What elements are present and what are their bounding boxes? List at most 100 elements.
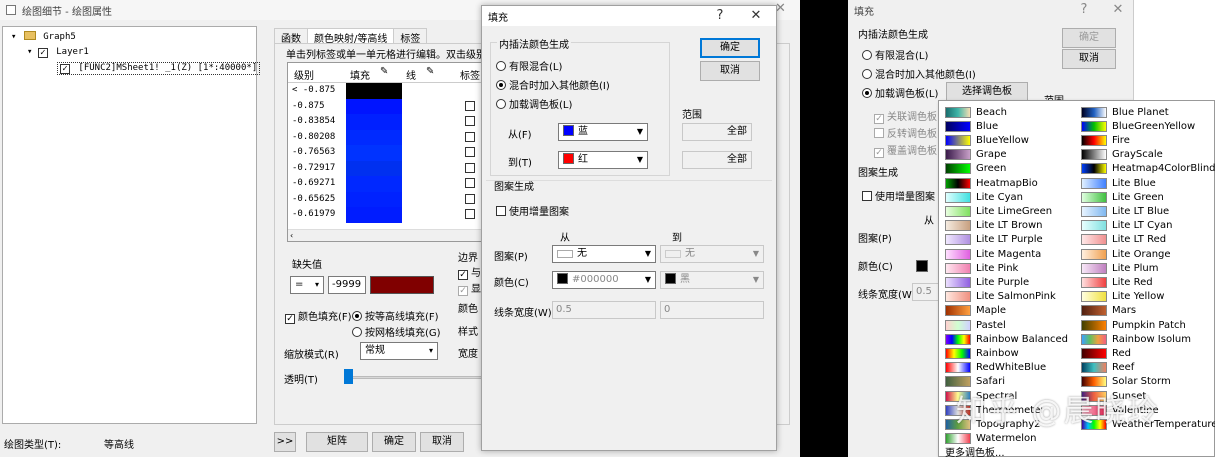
palette-item[interactable]: Lite Red — [1081, 275, 1153, 289]
fill-color-cell[interactable] — [346, 98, 402, 114]
level-value[interactable]: < -0.875 — [292, 85, 335, 95]
palette-item[interactable]: Lite Plum — [1081, 261, 1159, 275]
color-swatch[interactable] — [916, 260, 928, 272]
fill-color-cell[interactable] — [346, 145, 402, 161]
palette-item[interactable]: Red — [1081, 346, 1131, 360]
incremental-checkbox[interactable] — [862, 191, 872, 201]
palette-item[interactable]: Lite Pink — [945, 261, 1018, 275]
radio-mix-other[interactable]: 混合时加入其他颜色(I) — [862, 66, 976, 81]
palette-item[interactable]: Reef — [1081, 361, 1134, 375]
fill-color-cell[interactable] — [346, 114, 402, 130]
palette-item[interactable]: Mars — [1081, 304, 1136, 318]
fill-cancel-button[interactable]: 取消 — [700, 61, 760, 81]
layer-checkbox[interactable]: ✓ — [37, 48, 48, 58]
level-value[interactable]: -0.72917 — [292, 163, 335, 173]
palette-item[interactable]: Lite LT Purple — [945, 233, 1043, 247]
radio-load-palette[interactable]: 加载调色板(L) — [496, 96, 572, 111]
fill-color-cell[interactable] — [346, 83, 402, 99]
radio-dot[interactable] — [862, 50, 872, 60]
radio-mix-other[interactable]: 混合时加入其他颜色(I) — [496, 77, 610, 92]
level-value[interactable]: -0.61979 — [292, 209, 335, 219]
level-value[interactable]: -0.76563 — [292, 147, 335, 157]
help-icon[interactable]: ? — [706, 6, 734, 26]
palette-item[interactable]: HeatmapBio — [945, 176, 1038, 190]
radio-dot[interactable] — [352, 327, 362, 337]
use-incremental-pattern[interactable]: 使用增量图案 — [496, 203, 569, 218]
table-row[interactable]: -0.76563 — [288, 145, 486, 161]
palette-item[interactable]: Lite LT Brown — [945, 219, 1042, 233]
palette-item[interactable]: Lite Blue — [1081, 176, 1156, 190]
color-fill-option[interactable]: ✓ 颜色填充(F) — [285, 308, 352, 324]
palette-item[interactable]: Lite LT Blue — [1081, 204, 1169, 218]
plot-checkbox[interactable]: ✓ — [60, 64, 70, 74]
line-width-to-field[interactable]: 0 — [660, 301, 764, 319]
palette-item[interactable]: Pastel — [945, 318, 1006, 332]
table-row[interactable]: -0.61979 — [288, 207, 486, 223]
border-check1[interactable]: ✓ 与 — [458, 264, 481, 280]
overlay-checkbox[interactable]: ✓ — [874, 148, 884, 158]
level-value[interactable]: -0.65625 — [292, 194, 335, 204]
label-checkbox[interactable] — [465, 131, 475, 142]
linked-palette-option[interactable]: ✓ 关联调色板 — [874, 108, 937, 124]
main-cancel-button[interactable]: 取消 — [420, 432, 464, 452]
tree-item-plot[interactable]: ✓ [FUNC2]MSheet1! _1(Z) [1*:40000*] — [57, 62, 261, 75]
expand-button[interactable]: >> — [274, 432, 296, 452]
palette-item[interactable]: Lite LimeGreen — [945, 204, 1052, 218]
level-value[interactable]: -0.83854 — [292, 116, 335, 126]
radio-dot[interactable] — [862, 88, 872, 98]
fill-color-cell[interactable] — [346, 191, 402, 207]
label-checkbox[interactable] — [465, 178, 475, 188]
radio-dot[interactable] — [496, 61, 506, 71]
palette-item[interactable]: GrayScale — [1081, 148, 1163, 162]
fill-color-cell[interactable] — [346, 207, 402, 223]
close-icon[interactable]: ✕ — [1104, 0, 1132, 20]
border-check2[interactable]: ✓ 显 — [458, 280, 481, 296]
label-checkbox[interactable] — [465, 162, 475, 173]
radio-load-palette[interactable]: 加载调色板(L) — [862, 85, 938, 100]
palette-item[interactable]: Lite Yellow — [1081, 290, 1164, 304]
header-level[interactable]: 级别 — [294, 67, 314, 82]
linked-checkbox[interactable]: ✓ — [874, 114, 884, 124]
fill-ok-button[interactable]: 确定 — [700, 38, 760, 58]
palette-item[interactable]: Lite Purple — [945, 275, 1029, 289]
palette-item[interactable]: Lite LT Cyan — [1081, 219, 1172, 233]
show-checkbox[interactable]: ✓ — [458, 286, 468, 296]
tree-item-layer[interactable]: ▾ ✓ Layer1 — [27, 47, 89, 58]
table-row[interactable]: -0.72917 — [288, 160, 486, 176]
palette-item[interactable]: Lite Orange — [1081, 247, 1171, 261]
radio-dot[interactable] — [496, 80, 506, 90]
to-color-select[interactable]: 红 ▼ — [558, 151, 648, 169]
label-checkbox[interactable] — [465, 209, 475, 219]
missing-value-input[interactable]: -9999 — [328, 276, 366, 294]
more-palettes-item[interactable]: 更多调色板... — [945, 444, 1005, 457]
pattern-color-to-select[interactable]: 黑 ▼ — [660, 271, 764, 289]
line-width-from-field[interactable]: 0.5 — [552, 301, 656, 319]
expand-arrow-icon[interactable]: ▾ — [27, 47, 32, 57]
help-icon[interactable]: ? — [1070, 0, 1098, 20]
fill-by-grid-radio[interactable]: 按网格线填充(G) — [352, 324, 441, 339]
expand-arrow-icon[interactable]: ▾ — [11, 32, 16, 42]
palette-cancel-button[interactable]: 取消 — [1062, 49, 1116, 69]
fill-color-cell[interactable] — [346, 176, 402, 192]
pencil-icon[interactable]: ✎ — [380, 66, 388, 77]
reverse-palette-option[interactable]: 反转调色板 — [874, 125, 937, 140]
label-checkbox[interactable] — [465, 147, 475, 157]
radio-dot[interactable] — [862, 69, 872, 79]
palette-item[interactable]: Rainbow Balanced — [945, 332, 1068, 346]
pattern-to-select[interactable]: 无 ▼ — [660, 245, 764, 263]
palette-item[interactable]: Blue Planet — [1081, 105, 1169, 119]
close-icon[interactable]: ✕ — [742, 6, 770, 26]
pattern-color-from-select[interactable]: #000000 ▼ — [552, 271, 656, 289]
table-row[interactable]: -0.875 — [288, 98, 486, 114]
use-incremental-pattern[interactable]: 使用增量图案 — [862, 188, 935, 203]
reverse-checkbox[interactable] — [874, 128, 884, 138]
palette-item[interactable]: Lite SalmonPink — [945, 290, 1056, 304]
header-fill[interactable]: 填充 — [350, 67, 370, 82]
main-ok-button[interactable]: 确定 — [372, 432, 416, 452]
grid-hscrollbar[interactable]: ‹ — [288, 229, 486, 241]
palette-item[interactable]: Grape — [945, 148, 1007, 162]
fill-by-contour-radio[interactable]: 按等高线填充(F) — [352, 308, 439, 323]
palette-item[interactable]: Lite LT Red — [1081, 233, 1166, 247]
palette-item[interactable]: Heatmap4ColorBlind — [1081, 162, 1215, 176]
palette-item[interactable]: Fire — [1081, 133, 1130, 147]
